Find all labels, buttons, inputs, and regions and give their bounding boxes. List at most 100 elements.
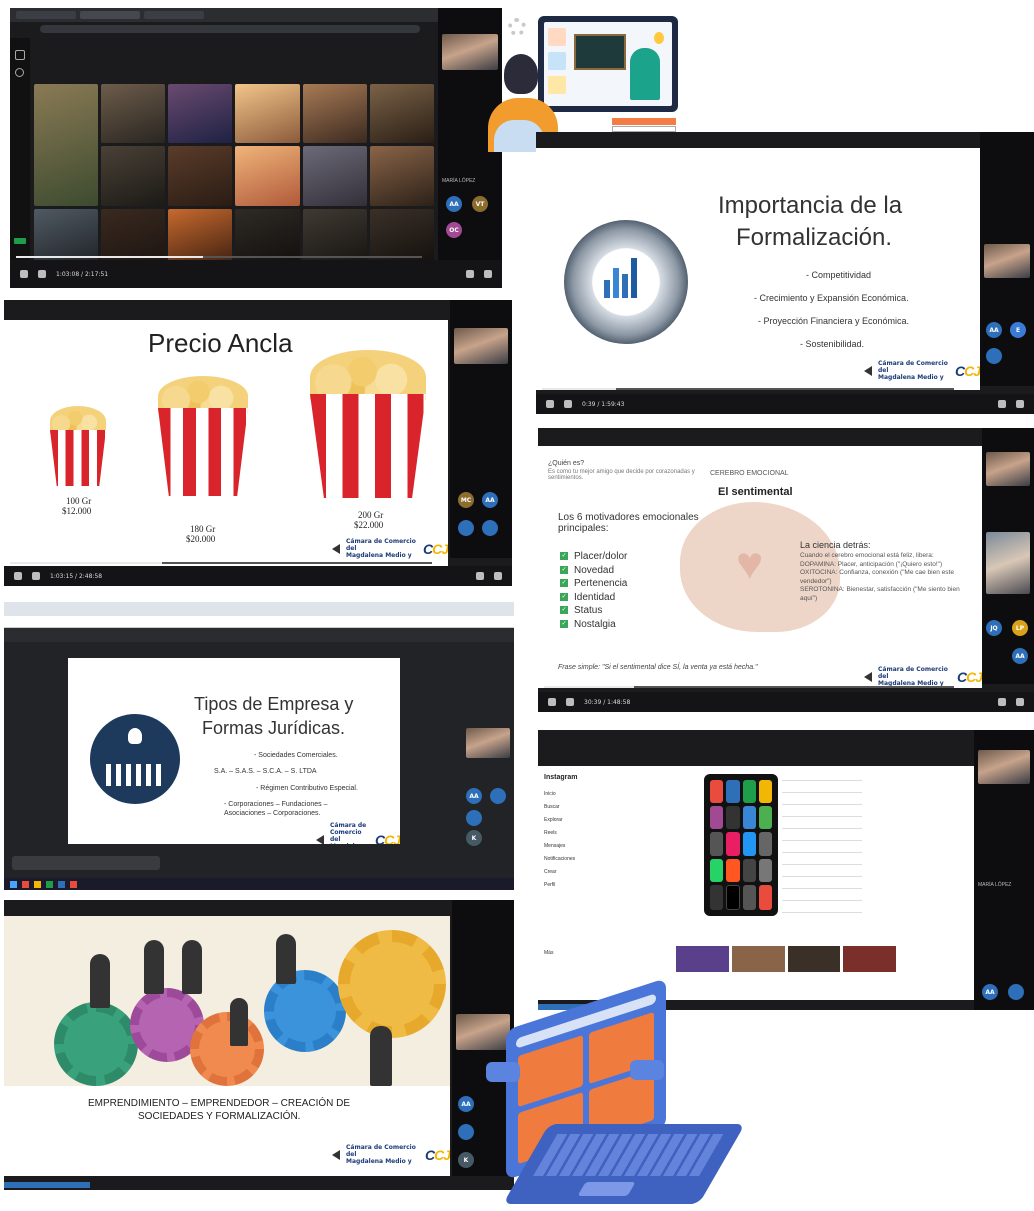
grid-image[interactable] bbox=[168, 146, 233, 206]
meet-toolbar bbox=[4, 628, 514, 642]
play-icon[interactable] bbox=[14, 572, 22, 580]
participant-avatar[interactable] bbox=[458, 520, 474, 536]
volume-icon[interactable] bbox=[38, 270, 46, 278]
participant-avatar[interactable] bbox=[1008, 984, 1024, 1000]
participant-avatar[interactable]: AA bbox=[458, 1096, 474, 1112]
volume-icon[interactable] bbox=[564, 400, 572, 408]
browser-tab[interactable] bbox=[80, 11, 140, 19]
play-icon[interactable] bbox=[546, 400, 554, 408]
ccj-logo: CCJ bbox=[956, 668, 982, 685]
nav-item[interactable]: Explorar bbox=[544, 814, 575, 827]
grid-image[interactable] bbox=[101, 84, 166, 144]
participant-avatar[interactable] bbox=[458, 1124, 474, 1140]
meeting-sidebar: AA K bbox=[462, 642, 514, 856]
settings-icon[interactable] bbox=[466, 270, 474, 278]
grid-image[interactable] bbox=[302, 84, 367, 144]
nav-item[interactable]: Inicio bbox=[544, 788, 575, 801]
grid-image[interactable] bbox=[101, 146, 166, 206]
popcorn-medium bbox=[158, 376, 248, 496]
bullet: - Régimen Contributivo Especial. bbox=[256, 785, 358, 792]
settings-icon[interactable] bbox=[998, 400, 1006, 408]
presenter-camera bbox=[986, 452, 1030, 486]
start-icon[interactable] bbox=[10, 880, 17, 888]
participant-avatar[interactable]: AA bbox=[1012, 648, 1028, 664]
browser-tab[interactable] bbox=[144, 11, 204, 19]
nav-item[interactable]: Crear bbox=[544, 866, 575, 879]
question-sub: Es como tu mejor amigo que decide por co… bbox=[548, 469, 695, 481]
meeting-sidebar: MARÍA LÓPEZ AA bbox=[974, 730, 1034, 1010]
video-progress[interactable] bbox=[10, 562, 432, 564]
participant-avatar[interactable]: MC bbox=[458, 492, 474, 508]
chamber-logo: Cámara de Comercio delMagdalena Medio y … bbox=[308, 822, 400, 844]
participant-avatar[interactable]: AA bbox=[982, 984, 998, 1000]
grid-image[interactable] bbox=[235, 146, 300, 206]
nav-item[interactable]: Perfil bbox=[544, 879, 575, 892]
participant-avatar[interactable] bbox=[466, 810, 482, 826]
video-progress[interactable] bbox=[542, 388, 954, 390]
participant-avatar[interactable] bbox=[986, 348, 1002, 364]
chalkboard bbox=[574, 34, 626, 70]
speaker-name-tag bbox=[4, 1182, 90, 1188]
play-icon[interactable] bbox=[548, 698, 556, 706]
browser-tab[interactable] bbox=[16, 11, 76, 19]
home-icon[interactable] bbox=[15, 50, 25, 60]
nav-item[interactable]: Mensajes bbox=[544, 840, 575, 853]
fullscreen-icon[interactable] bbox=[1016, 698, 1024, 706]
browser-tab-bar bbox=[4, 602, 514, 616]
participant-avatar[interactable]: E bbox=[1010, 322, 1026, 338]
slide-title-line1: Importancia de la bbox=[718, 192, 903, 219]
taskbar-icon[interactable] bbox=[46, 880, 53, 888]
settings-icon[interactable] bbox=[998, 698, 1006, 706]
nav-item[interactable]: Reels bbox=[544, 827, 575, 840]
presenter-camera bbox=[984, 244, 1030, 278]
participant-avatar[interactable]: LP bbox=[1012, 620, 1028, 636]
participant-avatar[interactable]: K bbox=[466, 830, 482, 846]
participants-label: MARÍA LÓPEZ bbox=[442, 178, 476, 184]
volume-icon[interactable] bbox=[566, 698, 574, 706]
grid-image[interactable] bbox=[369, 146, 434, 206]
play-icon[interactable] bbox=[20, 270, 28, 278]
grid-image[interactable] bbox=[369, 84, 434, 144]
list-item: ✓ Novedad bbox=[560, 564, 615, 576]
grid-image[interactable] bbox=[168, 84, 233, 144]
participant-avatar[interactable]: AA bbox=[466, 788, 482, 804]
address-bar[interactable] bbox=[4, 616, 514, 628]
bullet: Asociaciones – Corporaciones. bbox=[224, 810, 321, 817]
grid-image[interactable] bbox=[302, 146, 367, 206]
nav-item[interactable]: Buscar bbox=[544, 801, 575, 814]
search-icon[interactable] bbox=[15, 68, 24, 77]
video-time: 30:39 / 1:48:58 bbox=[584, 698, 631, 706]
grid-image[interactable] bbox=[34, 84, 99, 206]
participant-avatar[interactable]: AA bbox=[986, 322, 1002, 338]
participant-avatar[interactable] bbox=[482, 520, 498, 536]
video-controls: 0:39 / 1:59:43 bbox=[536, 394, 1034, 414]
taskbar-icon[interactable] bbox=[70, 880, 77, 888]
recording-cerebro-emocional: ♥ ¿Quién es? Es como tu mejor amigo que … bbox=[538, 428, 1034, 712]
nav-item[interactable]: Más bbox=[544, 950, 553, 956]
participant-avatar[interactable]: OC bbox=[446, 222, 462, 238]
participant-avatar[interactable]: JQ bbox=[986, 620, 1002, 636]
slide: Tipos de Empresa y Formas Jurídicas. - S… bbox=[68, 658, 400, 844]
plus-icon[interactable] bbox=[14, 238, 26, 244]
ccj-logo: CCJ bbox=[424, 1146, 450, 1163]
address-bar[interactable] bbox=[40, 25, 420, 33]
fullscreen-icon[interactable] bbox=[484, 270, 492, 278]
taskbar-icon[interactable] bbox=[22, 880, 29, 888]
notification-toast[interactable] bbox=[12, 856, 160, 870]
volume-icon[interactable] bbox=[32, 572, 40, 580]
video-progress[interactable] bbox=[544, 686, 954, 688]
nav-item[interactable]: Notificaciones bbox=[544, 853, 575, 866]
fullscreen-icon[interactable] bbox=[1016, 400, 1024, 408]
video-progress[interactable] bbox=[16, 256, 422, 258]
participant-avatar[interactable]: K bbox=[458, 1152, 474, 1168]
participant-avatar[interactable]: VT bbox=[472, 196, 488, 212]
grid-image[interactable] bbox=[235, 84, 300, 144]
taskbar-icon[interactable] bbox=[58, 880, 65, 888]
participant-avatar[interactable]: AA bbox=[446, 196, 462, 212]
gear-icon bbox=[338, 930, 446, 1038]
fullscreen-icon[interactable] bbox=[494, 572, 502, 580]
participant-avatar[interactable]: AA bbox=[482, 492, 498, 508]
participant-avatar[interactable] bbox=[490, 788, 506, 804]
taskbar-icon[interactable] bbox=[34, 880, 41, 888]
settings-icon[interactable] bbox=[476, 572, 484, 580]
